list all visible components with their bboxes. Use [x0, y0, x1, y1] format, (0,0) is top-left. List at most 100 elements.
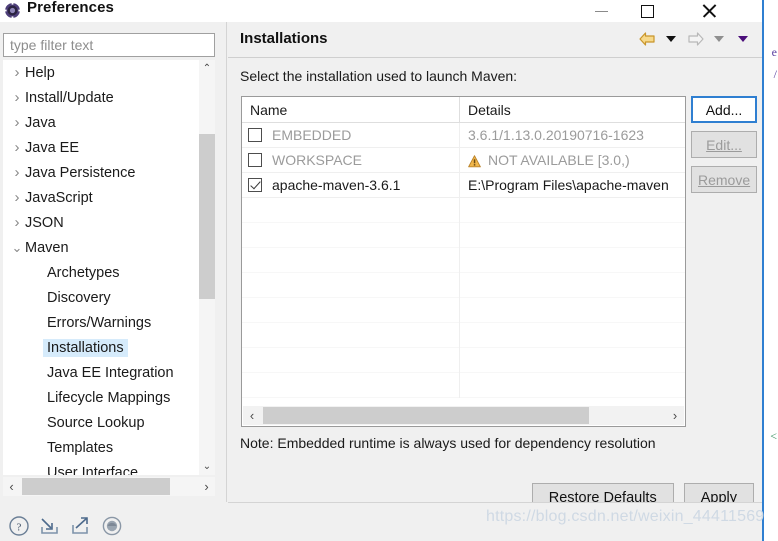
- column-header-name[interactable]: Name: [242, 97, 460, 122]
- table-cell-details: E:\Program Files\apache-maven: [460, 173, 685, 198]
- back-dropdown-icon[interactable]: [660, 28, 682, 50]
- page-title: Installations: [240, 30, 328, 47]
- sidebar-item-label: Java: [25, 114, 56, 131]
- sidebar-item-templates[interactable]: Templates: [3, 435, 215, 460]
- sidebar-item-label: Java EE: [25, 139, 79, 156]
- table-action-buttons: Add... Edit... Remove: [691, 96, 757, 201]
- installation-name: EMBEDDED: [272, 127, 352, 143]
- scroll-up-icon[interactable]: ⌃: [199, 60, 215, 77]
- sidebar-item-javascript[interactable]: › JavaScript: [3, 185, 215, 210]
- warning-icon: [468, 154, 481, 168]
- sidebar-item-discovery[interactable]: Discovery: [3, 285, 215, 310]
- filter-input-wrapper[interactable]: type filter text: [3, 33, 215, 57]
- import-icon[interactable]: [39, 515, 61, 537]
- gear-icon: [4, 2, 21, 19]
- sidebar-item-errors-warnings[interactable]: Errors/Warnings: [3, 310, 215, 335]
- sidebar-item-archetypes[interactable]: Archetypes: [3, 260, 215, 285]
- chevron-right-icon[interactable]: ›: [9, 139, 25, 156]
- table-horizontal-scrollbar[interactable]: ‹ ›: [243, 406, 684, 425]
- chevron-right-icon[interactable]: ›: [9, 164, 25, 181]
- table-empty-row: [242, 272, 685, 298]
- scroll-down-icon[interactable]: ⌄: [199, 458, 215, 475]
- forward-dropdown-icon[interactable]: [708, 28, 730, 50]
- tree-vertical-scrollbar[interactable]: ⌃ ⌄: [199, 60, 215, 475]
- table-empty-cell: [460, 273, 685, 298]
- table-empty-row: [242, 247, 685, 273]
- chevron-right-icon[interactable]: ›: [9, 189, 25, 206]
- remove-button-label: Remove: [698, 171, 751, 188]
- table-empty-cell: [460, 223, 685, 248]
- row-checkbox[interactable]: [248, 153, 262, 167]
- export-icon[interactable]: [70, 515, 92, 537]
- table-empty-row: [242, 372, 685, 398]
- tree-scroll-thumb[interactable]: [199, 134, 215, 299]
- table-empty-cell: [460, 373, 685, 398]
- table-scroll-right-icon[interactable]: ›: [666, 406, 684, 425]
- sidebar-item-label: Archetypes: [47, 264, 120, 281]
- filter-placeholder-text: type filter text: [10, 37, 94, 53]
- table-row[interactable]: EMBEDDED 3.6.1/1.13.0.20190716-1623: [242, 122, 685, 148]
- table-empty-row: [242, 322, 685, 348]
- note-text: Note: Embedded runtime is always used fo…: [240, 435, 656, 451]
- installation-details: E:\Program Files\apache-maven: [468, 177, 669, 193]
- add-button[interactable]: Add...: [691, 96, 757, 123]
- installations-table[interactable]: Name Details EMBEDDED 3.6.1/1.13.0.201907…: [241, 96, 686, 427]
- sidebar-item-source-lookup[interactable]: Source Lookup: [3, 410, 215, 435]
- chevron-right-icon[interactable]: ›: [9, 214, 25, 231]
- content-panel: Installations Select the installation us…: [228, 22, 762, 512]
- svg-text:?: ?: [17, 522, 22, 534]
- chevron-down-icon[interactable]: ⌄: [9, 240, 25, 256]
- help-icon[interactable]: ?: [8, 515, 30, 537]
- table-hscroll-thumb[interactable]: [263, 407, 589, 424]
- sidebar-item-maven[interactable]: ⌄ Maven: [3, 235, 215, 260]
- table-empty-cell: [242, 272, 460, 298]
- remove-button[interactable]: Remove: [691, 166, 757, 193]
- minimize-button[interactable]: [578, 0, 624, 22]
- close-icon: [701, 3, 717, 19]
- table-header-row: Name Details: [242, 97, 685, 123]
- sidebar-item-lifecycle-mappings[interactable]: Lifecycle Mappings: [3, 385, 215, 410]
- sidebar-item-java-persistence[interactable]: › Java Persistence: [3, 160, 215, 185]
- edit-button[interactable]: Edit...: [691, 131, 757, 158]
- table-row[interactable]: WORKSPACE NOT AVAILABLE [3.0,): [242, 147, 685, 173]
- window-title: Preferences: [27, 0, 114, 16]
- sidebar-item-java-ee[interactable]: › Java EE: [3, 135, 215, 160]
- sidebar-item-user-interface[interactable]: User Interface: [3, 460, 215, 476]
- installation-name: apache-maven-3.6.1: [272, 177, 401, 193]
- table-scroll-left-icon[interactable]: ‹: [243, 406, 261, 425]
- scroll-right-icon[interactable]: ›: [198, 477, 215, 496]
- info-icon[interactable]: [101, 515, 123, 537]
- sidebar-item-java-ee-integration[interactable]: Java EE Integration: [3, 360, 215, 385]
- chevron-right-icon[interactable]: ›: [9, 114, 25, 131]
- view-menu-icon[interactable]: [732, 28, 754, 50]
- table-empty-row: [242, 222, 685, 248]
- close-button[interactable]: [686, 0, 732, 22]
- sidebar-item-java[interactable]: › Java: [3, 110, 215, 135]
- sidebar-item-label: JSON: [25, 214, 64, 231]
- table-empty-row: [242, 197, 685, 223]
- preferences-tree[interactable]: › Help › Install/Update › Java › Java EE › Java P…: [3, 60, 215, 475]
- chevron-right-icon[interactable]: ›: [9, 64, 25, 81]
- sidebar-item-install-update[interactable]: › Install/Update: [3, 85, 215, 110]
- sidebar-item-json[interactable]: › JSON: [3, 210, 215, 235]
- column-header-details[interactable]: Details: [460, 97, 685, 122]
- table-empty-cell: [460, 198, 685, 223]
- tree-horizontal-scrollbar[interactable]: ‹ ›: [3, 477, 215, 496]
- back-arrow-icon[interactable]: [636, 28, 658, 50]
- sidebar-item-help[interactable]: › Help: [3, 60, 215, 85]
- table-empty-cell: [460, 323, 685, 348]
- table-row[interactable]: apache-maven-3.6.1 E:\Program Files\apach…: [242, 172, 685, 198]
- chevron-right-icon[interactable]: ›: [9, 89, 25, 106]
- row-checkbox[interactable]: [248, 178, 262, 192]
- background-glyph: /: [773, 67, 777, 81]
- maximize-button[interactable]: [624, 0, 670, 22]
- preferences-dialog: Preferences type filter text › Help › Insta…: [0, 0, 764, 541]
- add-button-label: Add...: [705, 101, 743, 118]
- tree-hscroll-thumb[interactable]: [22, 478, 170, 495]
- table-cell-name: WORKSPACE: [242, 147, 460, 173]
- dialog-footer: ?: [0, 503, 762, 541]
- sidebar-item-label: Java Persistence: [25, 164, 136, 181]
- sidebar-item-installations[interactable]: Installations: [3, 335, 215, 360]
- scroll-left-icon[interactable]: ‹: [3, 477, 20, 496]
- row-checkbox[interactable]: [248, 128, 262, 142]
